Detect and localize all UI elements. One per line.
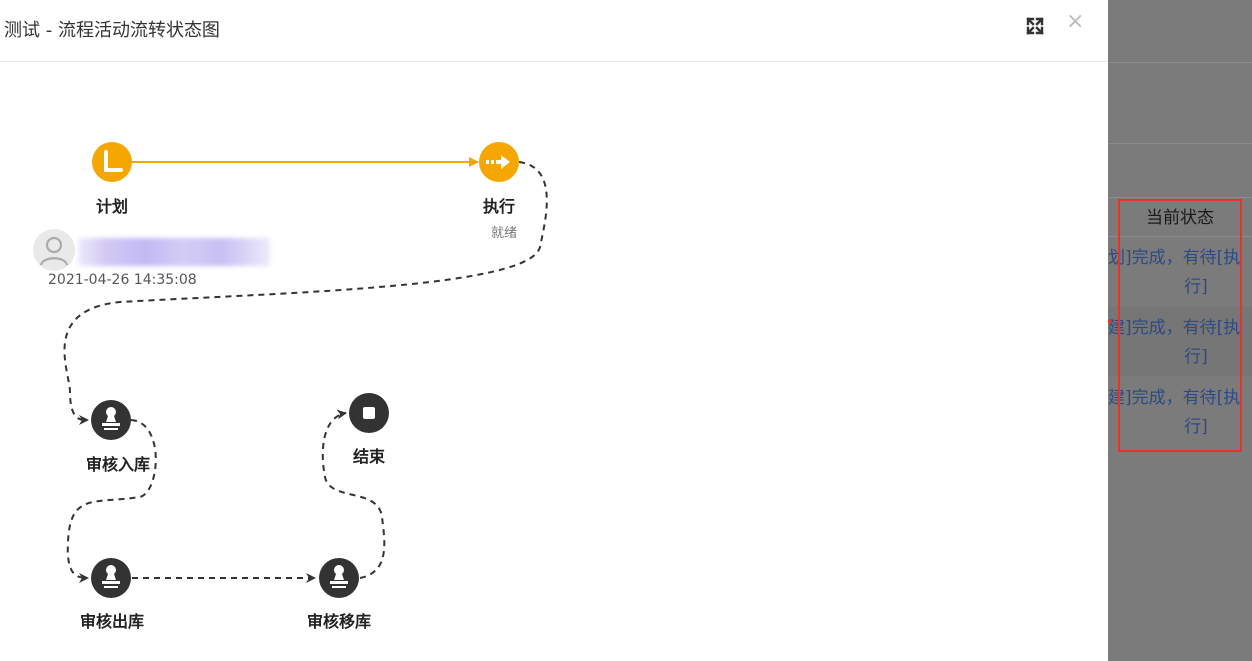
user-avatar	[33, 229, 75, 271]
redacted-user-name	[78, 238, 270, 266]
flow-status-dialog: 测试 - 流程活动流转状态图 × 计划 执行 就绪 审核入库 审核出库 审核移库…	[0, 0, 1108, 661]
user-avatar-icon	[39, 236, 69, 266]
edge-auditin-auditout	[66, 419, 157, 583]
plan-timestamp: 2021-04-26 14:35:08	[48, 272, 197, 288]
node-label-audit-out: 审核出库	[79, 612, 145, 631]
dialog-title: 测试 - 流程活动流转状态图	[4, 20, 220, 41]
node-label-plan: 计划	[95, 197, 129, 216]
expand-arrows-icon	[1026, 17, 1044, 35]
bg-divider	[1108, 62, 1252, 63]
node-label-audit-move: 审核移库	[306, 612, 372, 631]
node-label-audit-in: 审核入库	[85, 455, 151, 474]
maximize-button[interactable]	[1024, 15, 1046, 37]
node-status-execute: 就绪	[490, 226, 518, 241]
node-label-end: 结束	[352, 447, 386, 466]
node-plan[interactable]	[92, 142, 132, 182]
node-audit-move[interactable]	[319, 558, 359, 598]
node-audit-out[interactable]	[91, 558, 131, 598]
edge-auditmove-end	[321, 409, 386, 579]
node-execute[interactable]	[479, 142, 519, 182]
node-audit-in[interactable]	[91, 400, 131, 440]
bg-divider	[1108, 143, 1252, 144]
node-label-execute: 执行	[482, 197, 516, 216]
close-button[interactable]: ×	[1066, 9, 1084, 35]
stop-icon	[363, 407, 375, 419]
node-end[interactable]	[349, 393, 389, 433]
annotation-highlight-box	[1118, 199, 1242, 452]
dialog-header: 测试 - 流程活动流转状态图 ×	[0, 0, 1108, 62]
flow-diagram	[63, 142, 548, 598]
bg-divider	[1108, 197, 1252, 198]
edge-execute-auditin	[63, 161, 548, 426]
